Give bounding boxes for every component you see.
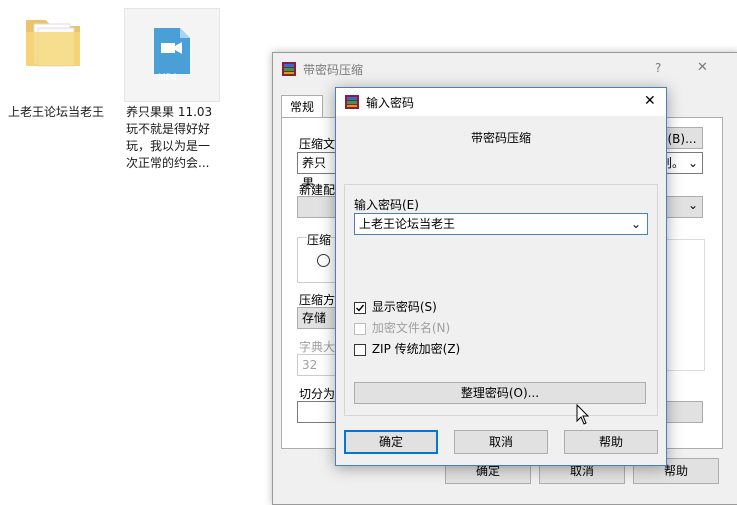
password-label: 输入密码(E) [354, 198, 419, 212]
zip-legacy-label: ZIP 传统加密(Z) [371, 342, 461, 356]
mouse-cursor-icon [576, 404, 590, 425]
compress-group-label: 压缩 [307, 231, 332, 248]
split-volume-label: 切分为 [299, 387, 336, 401]
tab-general[interactable]: 常规 [281, 95, 323, 118]
password-input[interactable]: 上老王论坛当老王 ⌄ [354, 213, 648, 235]
checkbox-icon [354, 322, 366, 335]
desktop-folder[interactable]: 上老王论坛当老王 [8, 8, 104, 138]
folder-label: 上老王论坛当老王 [8, 105, 105, 119]
chevron-down-icon: ⌄ [687, 198, 698, 212]
split-volume-field[interactable] [297, 401, 337, 423]
compress-method-select[interactable]: 存储 [297, 307, 337, 329]
organize-passwords-button[interactable]: 整理密码(O)... [354, 382, 646, 404]
archive-name-field[interactable]: 养只果 [297, 152, 337, 190]
options-group-box [661, 239, 705, 371]
dict-size-field[interactable]: 32 [297, 354, 337, 376]
folder-icon [26, 20, 80, 67]
close-icon[interactable]: ✕ [697, 60, 708, 75]
password-dialog-heading: 带密码压缩 [470, 131, 531, 145]
chevron-down-icon[interactable]: ⌄ [631, 214, 641, 234]
help-button[interactable]: 帮助 [564, 430, 658, 454]
cancel-button[interactable]: 取消 [454, 430, 548, 454]
archive-name-label: 压缩文 [299, 137, 336, 151]
winrar-icon [282, 62, 296, 76]
ok-button[interactable]: 确定 [344, 430, 438, 454]
compress-method-label: 压缩方 [299, 293, 336, 307]
password-value: 上老王论坛当老王 [359, 217, 456, 231]
dict-size-label: 字典大 [299, 340, 336, 354]
winrar-icon [345, 95, 359, 109]
chevron-down-icon: ⌄ [687, 156, 698, 170]
browse-button[interactable]: (B)... [661, 127, 703, 149]
zip-legacy-checkbox[interactable]: ZIP 传统加密(Z) [354, 340, 460, 357]
radio-button[interactable] [317, 254, 330, 267]
show-password-checkbox[interactable]: 显示密码(S) [354, 298, 437, 315]
password-dialog-title: 输入密码 [366, 96, 415, 110]
show-password-label: 显示密码(S) [371, 300, 437, 314]
config-select[interactable] [297, 196, 337, 218]
checkbox-icon [354, 343, 366, 356]
password-dialog: 输入密码 ✕ 带密码压缩 输入密码(E) 上老王论坛当老王 ⌄ 显示密码(S) … [335, 87, 667, 466]
encrypt-names-label: 加密文件名(N) [371, 321, 451, 335]
encrypt-names-checkbox[interactable]: 加密文件名(N) [354, 319, 450, 336]
file-label: 养只果果 11.03 玩不就是得好好玩，我以为是一次正常的约会... [126, 105, 213, 170]
close-icon[interactable]: ✕ [644, 93, 656, 109]
help-icon[interactable]: ? [655, 61, 661, 75]
mp4-badge: MP4 [158, 73, 177, 83]
checkbox-checked-icon [354, 301, 366, 314]
archive-dialog-title: 带密码压缩 [303, 63, 364, 77]
desktop-file-mp4[interactable]: MP4 养只果果 11.03 玩不就是得好好玩，我以为是一次正常的约会... [124, 8, 220, 173]
video-file-icon [154, 28, 190, 74]
